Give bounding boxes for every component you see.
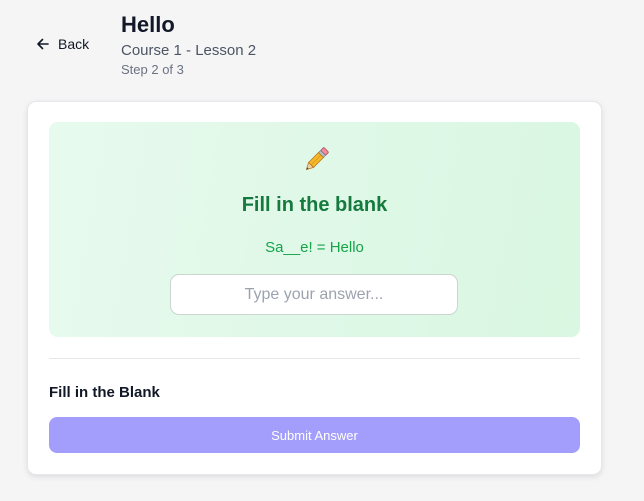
page-title: Hello (121, 12, 175, 37)
divider (49, 358, 580, 359)
back-button[interactable]: Back (36, 34, 89, 54)
lesson-subtitle: Course 1 - Lesson 2 (121, 42, 257, 59)
step-indicator: Step 2 of 3 (121, 62, 184, 77)
exercise-panel: Fill in the blank Sa__e! = Hello (49, 122, 580, 337)
exercise-title: Fill in the blank (241, 194, 388, 216)
submit-answer-button[interactable]: Submit Answer (49, 417, 580, 453)
pencil-icon (300, 144, 332, 176)
lesson-header: Hello Course 1 - Lesson 2 Step 2 of 3 (121, 12, 256, 78)
exercise-card: Fill in the blank Sa__e! = Hello Fill in… (27, 101, 602, 475)
answer-input[interactable] (170, 274, 458, 315)
back-label: Back (58, 36, 90, 52)
exercise-prompt: Sa__e! = Hello (265, 239, 364, 256)
exercise-type-label: Fill in the Blank (49, 384, 160, 401)
arrow-left-icon (36, 37, 50, 51)
